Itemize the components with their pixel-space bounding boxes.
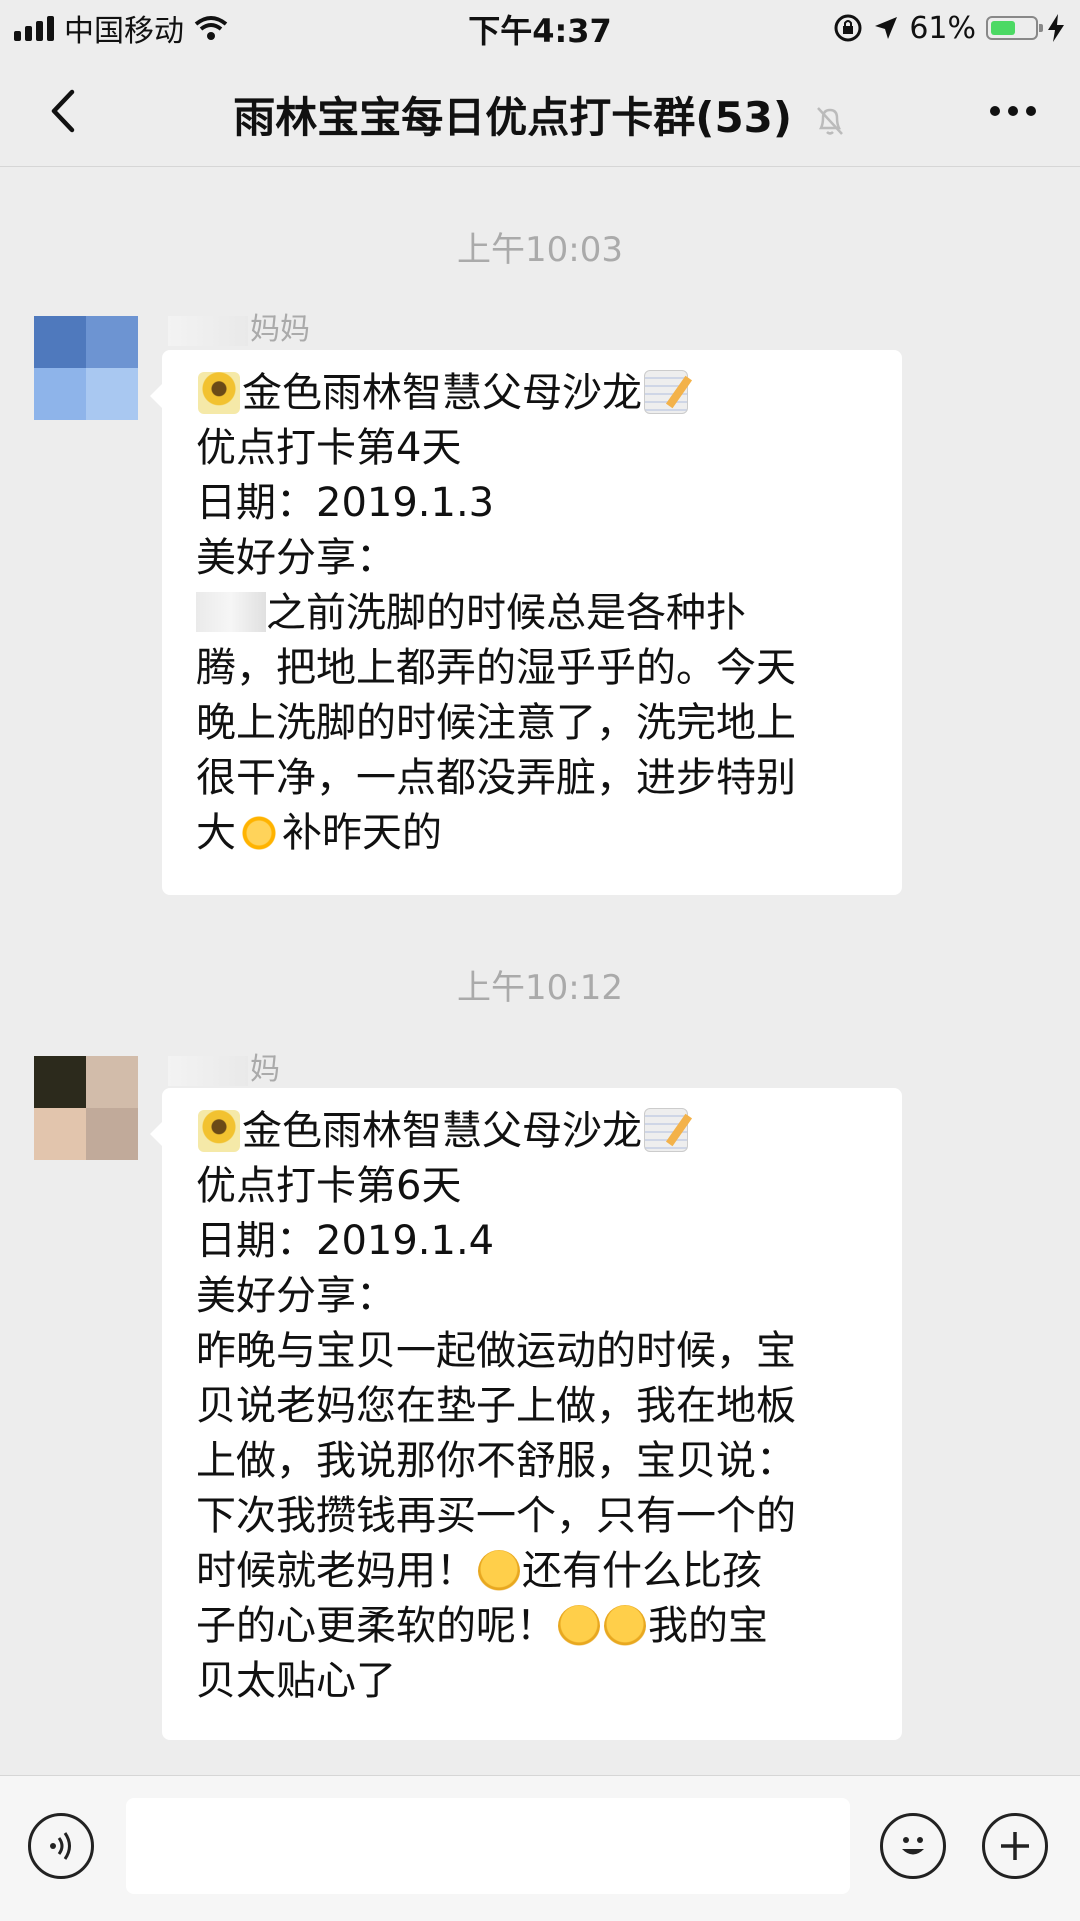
avatar[interactable]: [34, 1056, 138, 1160]
crying-face-icon: [478, 1550, 520, 1592]
message-line: 子的心更柔软的呢！ 我的宝: [196, 1603, 768, 1649]
message-line: 下次我攒钱再买一个，只有一个的: [196, 1493, 796, 1539]
message-line: 优点打卡第4天: [196, 425, 462, 471]
status-bar: 中国移动 下午4:37 61%: [0, 0, 1080, 56]
location-icon: [875, 17, 898, 39]
input-bar: [0, 1775, 1080, 1921]
chevron-left-icon[interactable]: [40, 86, 90, 136]
message-line: 金色雨林智慧父母沙龙: [196, 366, 874, 421]
message-input[interactable]: [126, 1798, 850, 1894]
charging-icon: [1048, 14, 1064, 42]
message-line: 贝太贴心了: [196, 1658, 396, 1704]
message-line: 昨晚与宝贝一起做运动的时候，宝: [196, 1328, 796, 1374]
kissing-face-icon: [604, 1605, 646, 1647]
timestamp-2: 上午10:12: [457, 968, 623, 1008]
more-dots-icon[interactable]: [990, 106, 1036, 116]
emoji-icon[interactable]: [880, 1813, 946, 1879]
plus-icon[interactable]: [982, 1813, 1048, 1879]
chat-header: 雨林宝宝每日优点打卡群(53): [0, 56, 1080, 167]
bell-mute-icon: [816, 106, 843, 135]
message-line: 美好分享：: [196, 535, 396, 581]
sunflower-icon: [198, 1110, 240, 1152]
voice-icon[interactable]: [28, 1813, 94, 1879]
message-line: 很干净，一点都没弄脏，进步特别: [196, 755, 796, 801]
message-bubble[interactable]: 金色雨林智慧父母沙龙 优点打卡第4天 日期：2019.1.3 美好分享： 之前洗…: [150, 350, 902, 895]
redacted-name: [196, 592, 266, 632]
sender-name: 妈妈: [168, 304, 310, 348]
chat-title-text: 雨林宝宝每日优点打卡群(53): [233, 93, 793, 142]
message-line: 大补昨天的: [196, 810, 442, 856]
memo-pencil-icon: [644, 1108, 688, 1152]
message-line: 日期：2019.1.3: [196, 480, 495, 526]
battery-percent: 61%: [909, 10, 976, 46]
battery-icon: [986, 16, 1043, 40]
message-line: 晚上洗脚的时候注意了，洗完地上: [196, 700, 796, 746]
chat-title: 雨林宝宝每日优点打卡群(53): [150, 84, 930, 145]
message-line: 贝说老妈您在垫子上做，我在地板: [196, 1383, 796, 1429]
timestamp-1: 上午10:03: [457, 230, 623, 270]
sun-face-icon: [238, 812, 280, 854]
message-bubble[interactable]: 金色雨林智慧父母沙龙 优点打卡第6天 日期：2019.1.4 美好分享： 昨晚与…: [150, 1088, 902, 1740]
sender-name: 妈: [168, 1044, 280, 1088]
rotation-lock-icon: [834, 14, 862, 42]
status-right: 61%: [833, 8, 1064, 48]
message-line: 腾，把地上都弄的湿乎乎的。今天: [196, 645, 796, 691]
message-line: 金色雨林智慧父母沙龙: [196, 1104, 874, 1159]
message-line: 美好分享：: [196, 1273, 396, 1319]
message-line: 之前洗脚的时候总是各种扑: [196, 586, 874, 641]
memo-pencil-icon: [644, 370, 688, 414]
message-line: 时候就老妈用！ 还有什么比孩: [196, 1548, 762, 1594]
heart-eyes-face-icon: [558, 1605, 600, 1647]
message-line: 优点打卡第6天: [196, 1163, 462, 1209]
message-line: 日期：2019.1.4: [196, 1218, 495, 1264]
sunflower-icon: [198, 372, 240, 414]
message-line: 上做，我说那你不舒服，宝贝说：: [196, 1438, 796, 1484]
avatar[interactable]: [34, 316, 138, 420]
